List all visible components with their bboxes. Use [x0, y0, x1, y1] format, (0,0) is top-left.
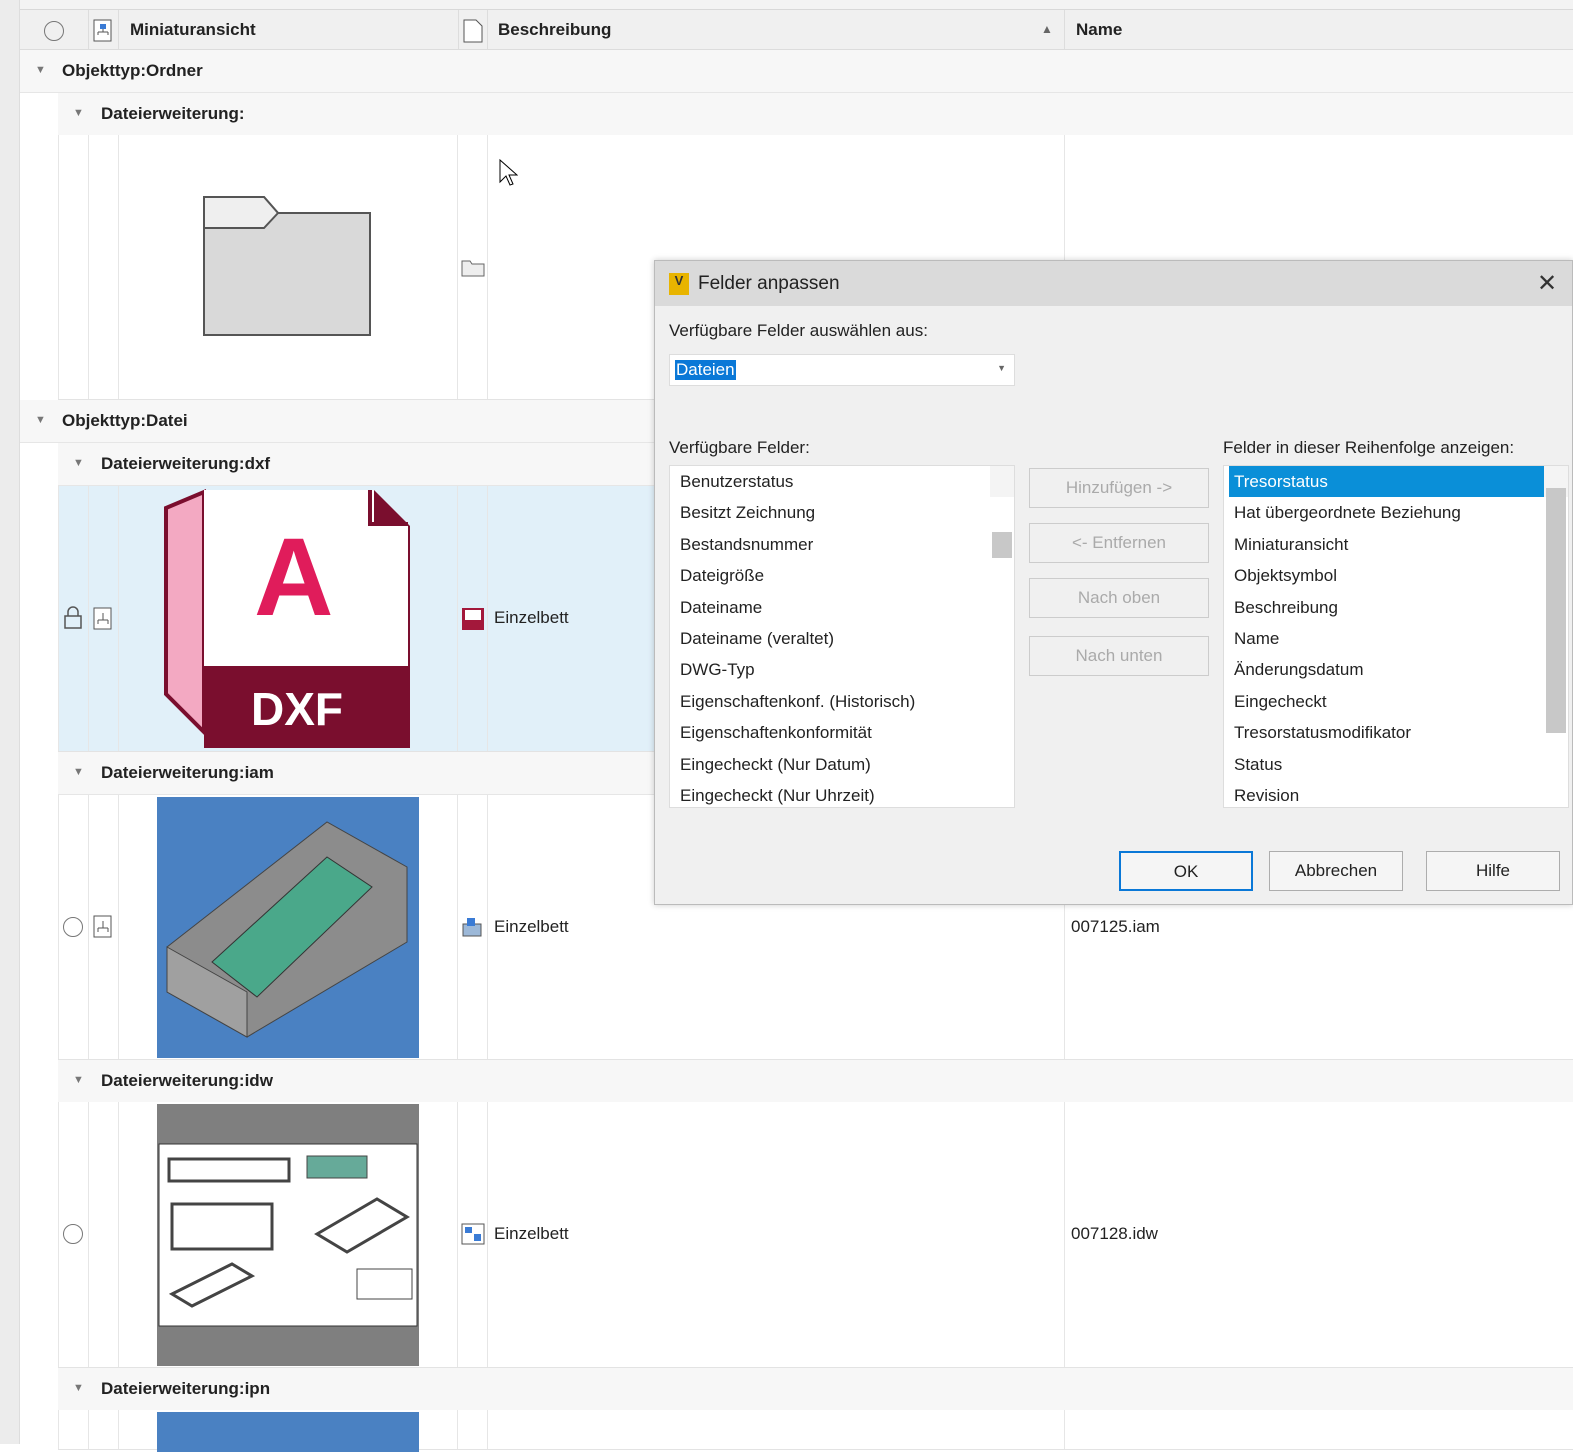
select-all-radio[interactable]	[44, 21, 64, 41]
structure-icon	[93, 607, 112, 630]
description-column-icon	[463, 19, 483, 43]
column-header: Miniaturansicht Beschreibung ▲ Name	[20, 10, 1573, 50]
group-label: Dateierweiterung:iam	[101, 763, 274, 782]
collapse-icon[interactable]: ▼	[73, 1382, 84, 1394]
list-item[interactable]: DWG-Typ	[675, 654, 1014, 685]
row-select-radio[interactable]	[63, 917, 83, 937]
group-label: Dateierweiterung:ipn	[101, 1379, 271, 1398]
mouse-cursor-icon	[499, 158, 518, 186]
shown-fields-list[interactable]: Tresorstatus Hat übergeordnete Beziehung M…	[1223, 465, 1569, 808]
list-item[interactable]: Dateiname (veraltet)	[675, 623, 1014, 654]
structure-icon	[93, 915, 112, 938]
name-cell: 007125.iam	[1071, 917, 1160, 936]
row-select-radio[interactable]	[63, 1224, 83, 1244]
app-icon: V	[669, 273, 689, 295]
list-item[interactable]: Benutzerstatus	[675, 466, 1014, 497]
description-cell: Einzelbett	[494, 917, 569, 936]
source-select[interactable]: Dateien ▼	[669, 354, 1015, 386]
remove-button[interactable]: <- Entfernen	[1029, 523, 1209, 563]
list-item[interactable]: Name	[1229, 623, 1568, 654]
scrollbar[interactable]	[990, 466, 1014, 558]
left-gutter	[0, 0, 20, 1444]
lock-icon	[64, 606, 82, 629]
collapse-icon[interactable]: ▼	[35, 414, 46, 426]
dxf-thumb-letter: A	[254, 516, 334, 639]
collapse-icon[interactable]: ▼	[35, 64, 46, 76]
collapse-icon[interactable]: ▼	[73, 1074, 84, 1086]
move-down-button[interactable]: Nach unten	[1029, 636, 1209, 676]
dxf-file-icon	[462, 608, 484, 630]
list-item[interactable]: Dateiname	[675, 592, 1014, 623]
col-header-thumbnail[interactable]: Miniaturansicht	[130, 20, 256, 40]
list-item[interactable]: Tresorstatus	[1229, 466, 1544, 498]
drawing-thumbnail	[157, 1104, 419, 1366]
group-row-ipn[interactable]: ▼ Dateierweiterung:ipn	[58, 1368, 1573, 1411]
list-item[interactable]: Eigenschaftenkonformität	[675, 717, 1014, 748]
available-fields-list[interactable]: Benutzerstatus Besitzt Zeichnung Bestandsn…	[669, 465, 1015, 808]
group-label: Objekttyp:Ordner	[62, 61, 203, 80]
scrollbar[interactable]	[1544, 466, 1568, 733]
list-item[interactable]: Dateigröße	[675, 560, 1014, 591]
list-item[interactable]: Hat übergeordnete Beziehung	[1229, 497, 1568, 528]
group-row-ordner[interactable]: ▼ Objekttyp:Ordner	[20, 50, 1573, 93]
collapse-icon[interactable]: ▼	[73, 766, 84, 778]
name-cell: 007128.idw	[1071, 1224, 1158, 1243]
list-item[interactable]: Miniaturansicht	[1229, 529, 1568, 560]
group-label: Dateierweiterung:idw	[101, 1071, 273, 1090]
description-cell: Einzelbett	[494, 608, 569, 627]
collapse-icon[interactable]: ▼	[73, 107, 84, 119]
group-label: Objekttyp:Datei	[62, 411, 188, 430]
chevron-down-icon[interactable]: ▼	[997, 363, 1006, 373]
list-item[interactable]: Eingecheckt (Nur Uhrzeit)	[675, 780, 1014, 807]
list-item[interactable]: Eigenschaftenkonf. (Historisch)	[675, 686, 1014, 717]
list-item[interactable]: Bestandsnummer	[675, 529, 1014, 560]
list-item[interactable]: Besitzt Zeichnung	[675, 497, 1014, 528]
move-up-button[interactable]: Nach oben	[1029, 578, 1209, 618]
shown-label: Felder in dieser Reihenfolge anzeigen:	[1223, 438, 1515, 457]
description-cell: Einzelbett	[494, 1224, 569, 1243]
list-item[interactable]: Status	[1229, 749, 1568, 780]
available-label: Verfügbare Felder:	[669, 438, 810, 457]
assembly-thumbnail	[157, 797, 419, 1058]
sort-ascending-icon[interactable]: ▲	[1041, 22, 1053, 36]
group-label: Dateierweiterung:dxf	[101, 454, 271, 473]
select-label: Verfügbare Felder auswählen aus:	[669, 321, 928, 340]
help-button[interactable]: Hilfe	[1426, 851, 1560, 891]
folder-icon	[461, 260, 485, 277]
list-item[interactable]: Änderungsdatum	[1229, 654, 1568, 685]
list-item[interactable]: Revision	[1229, 780, 1568, 807]
cancel-button[interactable]: Abbrechen	[1269, 851, 1403, 891]
list-item[interactable]: Tresorstatusmodifikator	[1229, 717, 1568, 748]
col-header-description[interactable]: Beschreibung	[498, 20, 611, 40]
list-item[interactable]: Eingecheckt	[1229, 686, 1568, 717]
dxf-thumb-label: DXF	[251, 683, 343, 735]
table-row-idw[interactable]: Einzelbett 007128.idw	[58, 1102, 1573, 1368]
close-icon[interactable]: ✕	[1537, 269, 1557, 298]
select-value: Dateien	[675, 360, 736, 380]
folder-thumbnail	[203, 196, 371, 336]
add-button[interactable]: Hinzufügen ->	[1029, 468, 1209, 508]
ok-button[interactable]: OK	[1119, 851, 1253, 891]
customize-fields-dialog: V Felder anpassen ✕ Verfügbare Felder au…	[654, 260, 1573, 905]
list-item[interactable]: Eingecheckt (Nur Datum)	[675, 749, 1014, 780]
thumbnail-column-icon	[93, 19, 112, 42]
top-strip	[0, 0, 1573, 10]
ipn-thumbnail	[157, 1412, 419, 1452]
drawing-file-icon	[461, 1223, 485, 1245]
group-row-idw[interactable]: ▼ Dateierweiterung:idw	[58, 1060, 1573, 1103]
list-item[interactable]: Objektsymbol	[1229, 560, 1568, 591]
assembly-file-icon	[462, 918, 482, 937]
dialog-titlebar[interactable]: V Felder anpassen ✕	[655, 261, 1572, 306]
group-row-ordner-ext[interactable]: ▼ Dateierweiterung:	[58, 93, 1573, 136]
table-row-ipn[interactable]	[58, 1410, 1573, 1452]
group-label: Dateierweiterung:	[101, 104, 245, 123]
col-header-name[interactable]: Name	[1076, 20, 1122, 40]
collapse-icon[interactable]: ▼	[73, 457, 84, 469]
dialog-title: Felder anpassen	[698, 273, 840, 294]
list-item[interactable]: Beschreibung	[1229, 592, 1568, 623]
